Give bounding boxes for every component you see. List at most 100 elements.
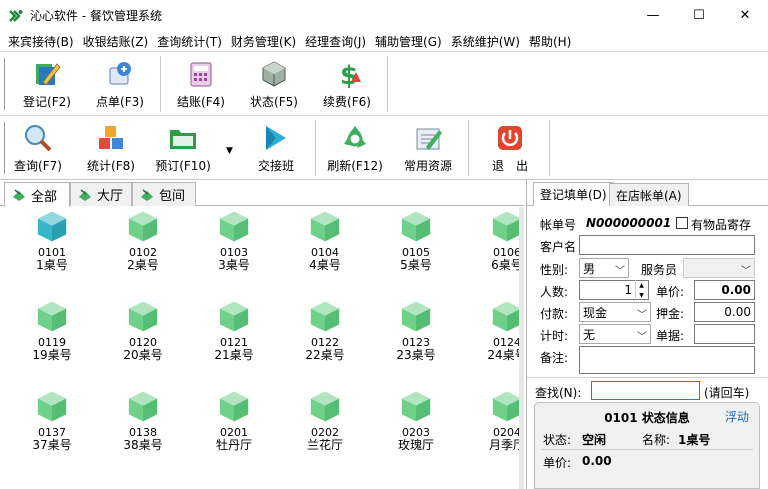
menu-help[interactable]: 帮助(H) bbox=[525, 33, 576, 50]
checkout-button[interactable]: 结账(F4) bbox=[168, 58, 234, 112]
status-label: 状态(F5) bbox=[250, 95, 298, 109]
customer-label: 客户名 bbox=[540, 240, 577, 254]
menu-reception[interactable]: 来宾接待(B) bbox=[4, 33, 79, 50]
menu-manager[interactable]: 经理查询(J) bbox=[301, 33, 371, 50]
table-tile[interactable]: 0123 23桌号 bbox=[384, 300, 448, 362]
reserve-dropdown-icon[interactable]: ▼ bbox=[226, 146, 233, 156]
deposit-input[interactable]: 0.00 bbox=[694, 302, 755, 322]
table-cube-icon bbox=[219, 391, 249, 422]
renew-button[interactable]: $ 续费(F6) bbox=[314, 58, 380, 112]
menu-bar: 来宾接待(B) 收银结账(Z) 查询统计(T) 财务管理(K) 经理查询(J) … bbox=[0, 31, 768, 51]
maximize-button[interactable]: ☐ bbox=[676, 0, 722, 31]
table-tile[interactable]: 0103 3桌号 bbox=[202, 210, 266, 272]
voucher-label: 单据: bbox=[656, 329, 685, 343]
table-name: 22桌号 bbox=[305, 348, 345, 362]
remark-label: 备注: bbox=[540, 351, 569, 365]
table-tile[interactable]: 0122 22桌号 bbox=[293, 300, 357, 362]
storage-label: 有物品寄存 bbox=[691, 218, 752, 232]
remark-input[interactable] bbox=[579, 346, 755, 374]
exit-button[interactable]: 退 出 bbox=[477, 122, 543, 176]
stats-label: 统计(F8) bbox=[87, 159, 135, 173]
tab-hall-icon bbox=[79, 188, 91, 201]
menu-system[interactable]: 系统维护(W) bbox=[447, 33, 525, 50]
table-cube-icon bbox=[128, 301, 158, 332]
area-tabs: 全部 大厅 包间 bbox=[0, 180, 524, 207]
people-stepper[interactable]: ▲ ▼ bbox=[635, 280, 647, 300]
status-button[interactable]: 状态(F5) bbox=[241, 58, 307, 112]
timing-select[interactable]: 无 ﹀ bbox=[579, 324, 651, 344]
tab-in-store-bills[interactable]: 在店帐单(A) bbox=[609, 183, 689, 206]
query-button[interactable]: 查询(F7) bbox=[5, 122, 71, 176]
table-tile[interactable]: 0121 21桌号 bbox=[202, 300, 266, 362]
waiter-select[interactable]: ﹀ bbox=[683, 258, 755, 278]
exit-icon bbox=[498, 126, 522, 150]
tab-hall[interactable]: 大厅 bbox=[70, 182, 132, 206]
search-label: 查找(N): bbox=[535, 386, 582, 400]
refresh-label: 刷新(F12) bbox=[327, 159, 383, 173]
table-scrollbar[interactable] bbox=[519, 207, 524, 489]
table-grid: 0101 1桌号 0102 2桌号 0103 3桌号 0104 4桌号 0105 5桌号 0106 6… bbox=[0, 207, 520, 489]
customer-input[interactable] bbox=[579, 235, 755, 255]
voucher-input[interactable] bbox=[694, 324, 755, 344]
table-tile[interactable]: 0203 玫瑰厅 bbox=[384, 390, 448, 452]
table-tile[interactable]: 0104 4桌号 bbox=[293, 210, 357, 272]
storage-checkbox[interactable] bbox=[676, 217, 688, 229]
payment-select[interactable]: 现金 ﹀ bbox=[579, 302, 651, 322]
handover-button[interactable]: 交接班 bbox=[243, 122, 309, 176]
people-value: 1 bbox=[624, 283, 632, 297]
table-tile[interactable]: 0106 6桌号 bbox=[475, 210, 520, 272]
payment-label: 付款: bbox=[540, 307, 569, 321]
spin-up-icon[interactable]: ▲ bbox=[639, 282, 644, 289]
resources-button[interactable]: 常用资源 bbox=[395, 122, 461, 176]
table-tile[interactable]: 0101 1桌号 bbox=[20, 210, 84, 272]
reserve-icon bbox=[170, 130, 196, 149]
table-cube-icon bbox=[219, 211, 249, 242]
table-tile[interactable]: 012424桌号 bbox=[475, 300, 520, 362]
table-name: 5桌号 bbox=[400, 258, 432, 272]
float-toggle[interactable]: 浮动 bbox=[725, 408, 749, 425]
table-tile[interactable]: 0119 19桌号 bbox=[20, 300, 84, 362]
table-cube-icon bbox=[128, 211, 158, 242]
minimize-button[interactable]: — bbox=[630, 0, 676, 31]
menu-query-stats[interactable]: 查询统计(T) bbox=[153, 33, 227, 50]
menu-aux[interactable]: 辅助管理(G) bbox=[371, 33, 447, 50]
table-tile[interactable]: 0137 37桌号 bbox=[20, 390, 84, 452]
table-name: 4桌号 bbox=[309, 258, 341, 272]
table-tile[interactable]: 0204 月季厅 bbox=[475, 390, 520, 452]
price-input[interactable]: 0.00 bbox=[694, 280, 755, 300]
table-name: 21桌号 bbox=[214, 348, 254, 362]
table-tile[interactable]: 0201 牡丹厅 bbox=[202, 390, 266, 452]
close-button[interactable]: ✕ bbox=[722, 0, 768, 31]
tab-register-form[interactable]: 登记填单(D) bbox=[533, 182, 614, 206]
table-cube-icon bbox=[310, 301, 340, 332]
table-tile[interactable]: 0105 5桌号 bbox=[384, 210, 448, 272]
table-tile[interactable]: 0120 20桌号 bbox=[111, 300, 175, 362]
toolbar-secondary: 查询(F7) 统计(F8) 预订(F10) ▼ 交接班 刷新(F12) 常用资源… bbox=[0, 115, 768, 180]
reserve-button[interactable]: 预订(F10) bbox=[150, 122, 216, 176]
table-tile[interactable]: 0138 38桌号 bbox=[111, 390, 175, 452]
register-button[interactable]: 登记(F2) bbox=[14, 58, 80, 112]
status-price-label: 单价: bbox=[543, 456, 572, 470]
stats-button[interactable]: 统计(F8) bbox=[78, 122, 144, 176]
gender-select[interactable]: 男 ﹀ bbox=[579, 258, 629, 278]
tab-all-label: 全部 bbox=[31, 189, 58, 205]
refresh-button[interactable]: 刷新(F12) bbox=[322, 122, 388, 176]
table-name: 兰花厅 bbox=[306, 438, 343, 452]
menu-finance[interactable]: 财务管理(K) bbox=[227, 33, 301, 50]
tab-private-room[interactable]: 包间 bbox=[132, 182, 196, 206]
order-button[interactable]: 点单(F3) bbox=[87, 58, 153, 112]
table-name: 玫瑰厅 bbox=[397, 438, 434, 452]
stats-icon bbox=[99, 126, 123, 149]
waiter-label: 服务员 bbox=[641, 263, 678, 277]
table-cube-icon bbox=[219, 301, 249, 332]
payment-value: 现金 bbox=[583, 305, 608, 320]
search-input[interactable] bbox=[591, 381, 700, 400]
tab-all[interactable]: 全部 bbox=[4, 182, 70, 207]
table-cube-icon bbox=[310, 211, 340, 242]
table-tile[interactable]: 0202 兰花厅 bbox=[293, 390, 357, 452]
table-tile[interactable]: 0102 2桌号 bbox=[111, 210, 175, 272]
toolbar-grip[interactable] bbox=[4, 58, 5, 110]
spin-down-icon[interactable]: ▼ bbox=[639, 292, 644, 299]
menu-cashier[interactable]: 收银结账(Z) bbox=[79, 33, 154, 50]
renew-icon: $ bbox=[340, 61, 361, 90]
